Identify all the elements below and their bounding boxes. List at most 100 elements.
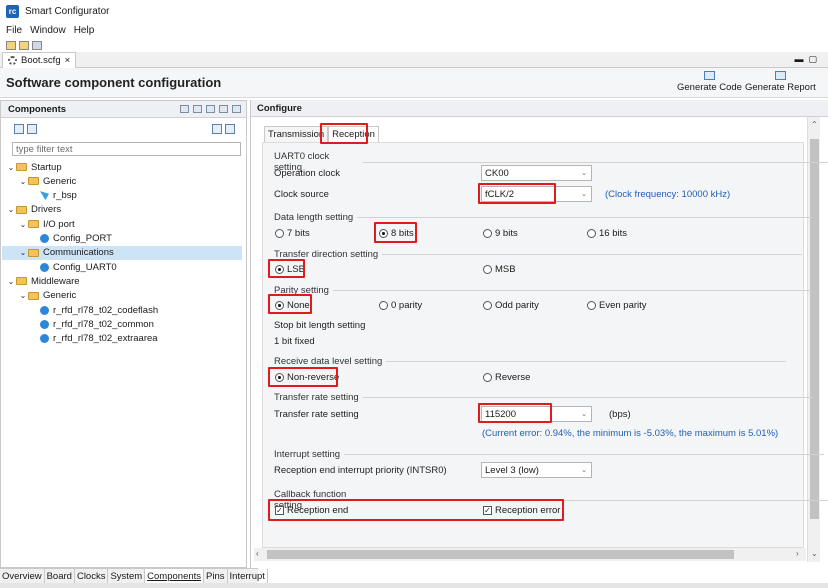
- gear-icon: [8, 56, 17, 65]
- page-title: Software component configuration: [6, 75, 222, 90]
- horizontal-scroll-thumb[interactable]: [267, 550, 734, 559]
- folder-icon: [28, 291, 39, 300]
- filter-input[interactable]: type filter text: [12, 142, 241, 156]
- editor-tab-boot-scfg[interactable]: Boot.scfg ×: [2, 52, 77, 68]
- clock-frequency-info: (Clock frequency: 10000 kHz): [605, 189, 731, 200]
- delete-icon[interactable]: [225, 124, 235, 134]
- tree-item-label: Config_PORT: [53, 233, 112, 244]
- tree-item-label: r_bsp: [53, 190, 77, 202]
- open-folder-icon[interactable]: [19, 40, 29, 50]
- folder-icon: [28, 177, 39, 186]
- tree-item[interactable]: ⌄ Communications: [2, 245, 242, 260]
- scroll-left-icon[interactable]: ‹: [256, 549, 259, 558]
- highlight-8-bits: [374, 222, 417, 243]
- tree-item-label: Communications: [43, 247, 114, 259]
- window-title: Smart Configurator: [25, 5, 110, 17]
- generate-code-label: Generate Code: [677, 82, 742, 93]
- radio-reverse[interactable]: Reverse: [483, 372, 530, 383]
- tab-components[interactable]: Components: [145, 569, 205, 583]
- configure-title: Configure: [257, 102, 302, 114]
- tree-item[interactable]: ⌄ Drivers: [2, 203, 242, 217]
- component-tree: ⌄ Startup ⌄ Generic r_bsp ⌄ Drivers ⌄ I/O port Co…: [2, 160, 246, 380]
- generate-report-label: Generate Report: [745, 82, 816, 93]
- operation-clock-select[interactable]: CK00 ⌄: [481, 165, 592, 181]
- chevron-down-icon[interactable]: ⌄: [6, 205, 16, 214]
- component-icon: [40, 334, 49, 344]
- menu-file[interactable]: File: [6, 25, 22, 36]
- scroll-down-icon[interactable]: ⌄: [811, 549, 818, 558]
- scroll-right-icon[interactable]: ›: [796, 549, 799, 558]
- radio-9-bits[interactable]: 9 bits: [483, 228, 518, 239]
- tab-overview[interactable]: Overview: [0, 569, 45, 583]
- tab-system[interactable]: System: [108, 569, 146, 583]
- filter-placeholder: type filter text: [16, 143, 73, 155]
- menu-window[interactable]: Window: [30, 25, 66, 36]
- vertical-scroll-thumb[interactable]: [810, 139, 819, 519]
- category-view-icon[interactable]: [14, 124, 24, 134]
- add-icon[interactable]: [212, 124, 222, 134]
- tree-item[interactable]: ⌄ I/O port: [2, 217, 242, 231]
- tree-item-label: Middleware: [31, 275, 80, 287]
- menu-help[interactable]: Help: [74, 25, 95, 36]
- bsp-icon: [40, 191, 49, 201]
- title-bar: rc Smart Configurator: [0, 0, 828, 22]
- radio-16-bits[interactable]: 16 bits: [587, 228, 627, 239]
- tree-item[interactable]: Config_PORT: [2, 232, 242, 246]
- collapse-all-icon[interactable]: [219, 105, 228, 113]
- tree-item[interactable]: r_rfd_rl78_t02_common: [2, 317, 242, 331]
- chevron-down-icon[interactable]: ⌄: [18, 291, 28, 300]
- stop-bit-value: 1 bit fixed: [274, 336, 315, 347]
- tab-clocks[interactable]: Clocks: [75, 569, 109, 583]
- close-icon[interactable]: ×: [65, 55, 71, 66]
- tree-item[interactable]: r_rfd_rl78_t02_extraarea: [2, 332, 242, 346]
- hierarchy-view-icon[interactable]: [27, 124, 37, 134]
- section-transfer-rate: Transfer rate setting: [274, 392, 813, 403]
- chevron-down-icon[interactable]: ⌄: [18, 177, 28, 186]
- remove-component-icon[interactable]: [193, 105, 202, 113]
- tree-item-label: Config_UART0: [53, 261, 117, 273]
- component-icon: [40, 319, 49, 329]
- radio-parity-even[interactable]: Even parity: [587, 300, 647, 311]
- tree-item-label: Generic: [43, 175, 77, 187]
- interrupt-priority-select[interactable]: Level 3 (low) ⌄: [481, 462, 592, 478]
- operation-clock-label: Operation clock: [274, 168, 341, 179]
- tab-pins[interactable]: Pins: [204, 569, 228, 583]
- tree-item[interactable]: Config_UART0: [2, 260, 242, 274]
- tab-transmission[interactable]: Transmission: [264, 126, 329, 142]
- tree-item[interactable]: ⌄ Generic: [2, 289, 242, 303]
- chevron-down-icon[interactable]: ⌄: [18, 220, 28, 229]
- components-toolbar: [180, 105, 241, 113]
- tab-interrupt[interactable]: Interrupt: [228, 569, 268, 583]
- radio-parity-0[interactable]: 0 parity: [379, 300, 422, 311]
- section-receive-level: Receive data level setting: [274, 356, 786, 367]
- expand-all-icon[interactable]: [232, 105, 241, 113]
- save-icon[interactable]: [32, 40, 42, 50]
- chevron-down-icon[interactable]: ⌄: [6, 163, 16, 172]
- radio-msb[interactable]: MSB: [483, 264, 516, 275]
- chevron-down-icon[interactable]: ⌄: [18, 248, 28, 257]
- rename-icon[interactable]: [206, 105, 215, 113]
- radio-parity-odd[interactable]: Odd parity: [483, 300, 539, 311]
- radio-7-bits[interactable]: 7 bits: [275, 228, 310, 239]
- tree-item[interactable]: ⌄ Middleware: [2, 274, 242, 288]
- scroll-up-icon[interactable]: ⌃: [811, 120, 818, 129]
- chevron-down-icon: ⌄: [581, 467, 587, 474]
- tree-item[interactable]: r_bsp: [2, 189, 242, 203]
- highlight-reception-tab: [320, 123, 368, 144]
- horizontal-scrollbar[interactable]: ‹ ›: [254, 548, 806, 561]
- clock-source-label: Clock source: [274, 189, 329, 200]
- new-icon[interactable]: [6, 40, 16, 50]
- tab-board[interactable]: Board: [45, 569, 75, 583]
- add-component-icon[interactable]: [180, 105, 189, 113]
- generate-report-button[interactable]: Generate Report: [745, 71, 816, 93]
- tree-item[interactable]: r_rfd_rl78_t02_codeflash: [2, 303, 242, 317]
- section-parity: Parity setting: [274, 285, 811, 296]
- tree-item[interactable]: ⌄ Generic: [2, 174, 242, 188]
- highlight-clock-source: [478, 183, 556, 204]
- window-controls[interactable]: ▬▢: [794, 54, 822, 65]
- generate-code-button[interactable]: Generate Code: [677, 71, 742, 93]
- section-interrupt: Interrupt setting: [274, 449, 824, 460]
- chevron-down-icon[interactable]: ⌄: [6, 277, 16, 286]
- component-icon: [40, 262, 49, 272]
- tree-item[interactable]: ⌄ Startup: [2, 160, 242, 174]
